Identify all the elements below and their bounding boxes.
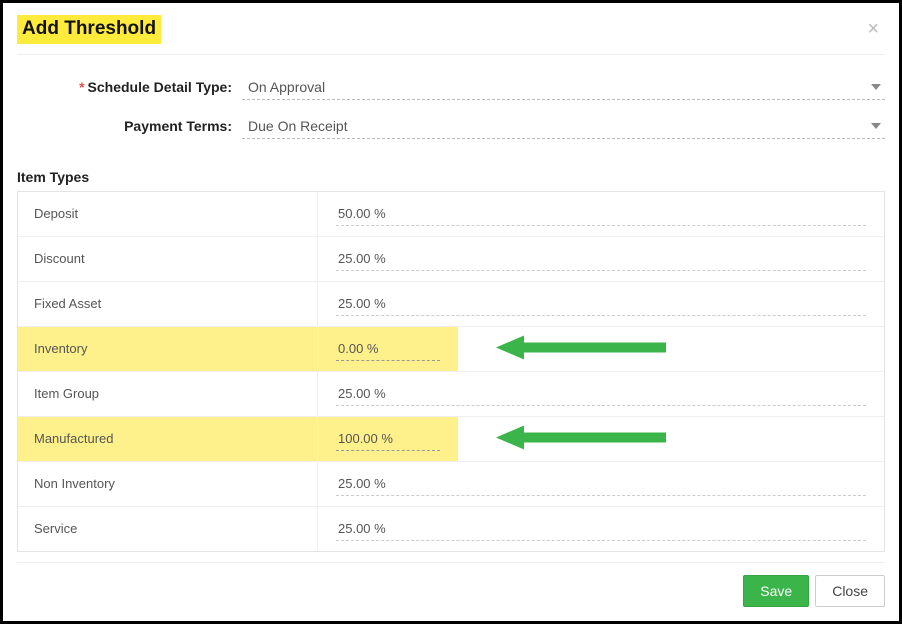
item-type-value-input[interactable]: [336, 472, 866, 496]
item-type-value-input[interactable]: [336, 427, 440, 451]
divider: [17, 54, 885, 55]
table-row: Item Group: [18, 371, 884, 416]
item-type-name: Inventory: [18, 327, 318, 371]
dialog-title: Add Threshold: [17, 15, 161, 44]
item-type-value-cell: [318, 372, 884, 416]
item-types-heading: Item Types: [17, 169, 885, 185]
item-type-name: Discount: [18, 237, 318, 281]
dialog-footer: Save Close: [17, 562, 885, 607]
item-type-name: Non Inventory: [18, 462, 318, 506]
item-type-value-cell: [318, 192, 884, 236]
item-type-value-cell: [318, 417, 884, 461]
payment-terms-label: Payment Terms:: [17, 118, 242, 134]
item-type-value-cell: [318, 327, 884, 371]
close-icon[interactable]: ×: [861, 18, 885, 41]
item-type-name: Service: [18, 507, 318, 551]
required-marker: *: [79, 79, 84, 95]
table-row: Discount: [18, 236, 884, 281]
close-button[interactable]: Close: [815, 575, 885, 607]
table-row: Fixed Asset: [18, 281, 884, 326]
field-payment-terms: Payment Terms: Due On Receipt: [17, 114, 885, 139]
item-type-value-input[interactable]: [336, 247, 866, 271]
field-schedule-detail-type: *Schedule Detail Type: On Approval: [17, 75, 885, 100]
chevron-down-icon: [871, 84, 881, 90]
highlighted-value: [318, 327, 458, 371]
item-type-value-input[interactable]: [336, 382, 866, 406]
schedule-detail-type-select[interactable]: On Approval: [242, 75, 885, 100]
item-type-value-input[interactable]: [336, 517, 866, 541]
item-type-value-cell: [318, 282, 884, 326]
item-type-name: Manufactured: [18, 417, 318, 461]
schedule-detail-type-value: On Approval: [248, 79, 325, 95]
item-type-name: Item Group: [18, 372, 318, 416]
save-button[interactable]: Save: [743, 575, 809, 607]
item-type-value-cell: [318, 507, 884, 551]
table-row: Service: [18, 506, 884, 551]
dialog-frame: Add Threshold × *Schedule Detail Type: O…: [0, 0, 902, 624]
schedule-detail-type-label-text: Schedule Detail Type:: [88, 79, 232, 95]
item-type-value-input[interactable]: [336, 292, 866, 316]
item-type-name: Fixed Asset: [18, 282, 318, 326]
item-types-table: DepositDiscountFixed AssetInventoryItem …: [17, 191, 885, 552]
chevron-down-icon: [871, 123, 881, 129]
item-type-name: Deposit: [18, 192, 318, 236]
item-type-value-input[interactable]: [336, 337, 440, 361]
payment-terms-value: Due On Receipt: [248, 118, 348, 134]
table-row: Non Inventory: [18, 461, 884, 506]
payment-terms-select[interactable]: Due On Receipt: [242, 114, 885, 139]
table-row: Inventory: [18, 326, 884, 371]
table-row: Manufactured: [18, 416, 884, 461]
item-type-value-cell: [318, 462, 884, 506]
schedule-detail-type-label: *Schedule Detail Type:: [17, 79, 242, 95]
table-row: Deposit: [18, 192, 884, 236]
item-type-value-cell: [318, 237, 884, 281]
item-type-value-input[interactable]: [336, 202, 866, 226]
dialog-header: Add Threshold ×: [17, 15, 885, 44]
highlighted-value: [318, 417, 458, 461]
